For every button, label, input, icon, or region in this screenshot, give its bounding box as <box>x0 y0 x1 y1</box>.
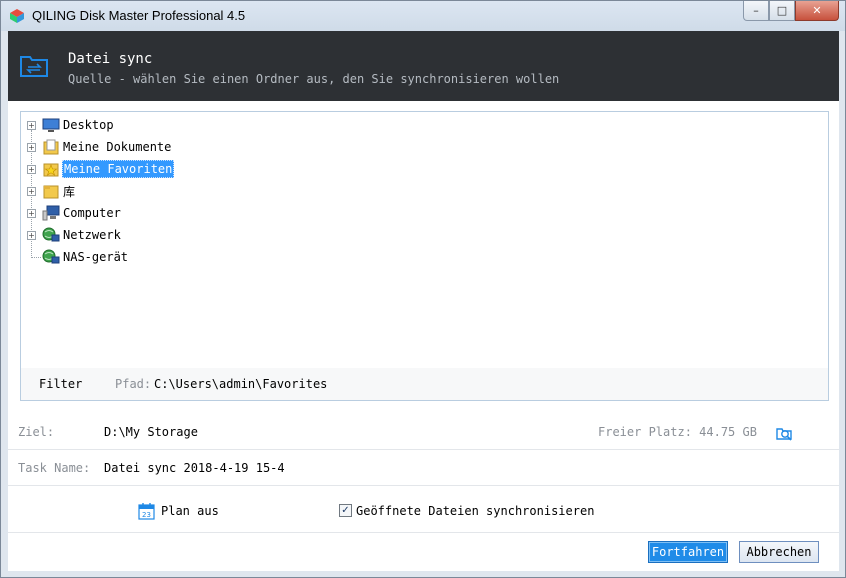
tree-connector-line <box>31 257 41 258</box>
computer-icon <box>42 205 60 221</box>
page-subtitle: Quelle - wählen Sie einen Ordner aus, de… <box>68 72 560 86</box>
favorites-folder-icon <box>43 163 59 177</box>
expand-toggle[interactable]: + <box>27 208 36 218</box>
filter-button[interactable]: Filter <box>39 377 82 391</box>
app-logo-icon <box>10 9 24 23</box>
svg-text:23: 23 <box>142 511 151 519</box>
expand-toggle[interactable]: + <box>27 142 36 152</box>
target-row: Ziel: D:\My Storage Freier Platz: 44.75 … <box>8 414 839 450</box>
tree-item-label: Desktop <box>63 118 114 132</box>
tree-item-label: 库 <box>63 184 76 199</box>
close-button[interactable]: ✕ <box>795 1 839 21</box>
task-name-label: Task Name: <box>18 461 91 475</box>
nas-device-icon <box>42 249 60 264</box>
task-name-field[interactable]: Datei sync 2018-4-19 15-4 <box>104 461 285 475</box>
calendar-icon[interactable]: 23 <box>138 502 155 520</box>
target-label: Ziel: <box>18 425 55 439</box>
wizard-header: Datei sync Quelle - wählen Sie einen Ord… <box>8 31 839 101</box>
tree-item-label: Meine Dokumente <box>63 140 172 154</box>
title-bar[interactable]: QILING Disk Master Professional 4.5 – □ … <box>1 1 845 31</box>
network-icon <box>42 227 60 242</box>
continue-button[interactable]: Fortfahren <box>648 541 728 563</box>
expand-toggle[interactable]: + <box>27 230 36 240</box>
options-row: 23 Plan aus ✓ Geöffnete Dateien synchron… <box>8 491 839 533</box>
window-controls: – □ ✕ <box>743 1 839 21</box>
cancel-button[interactable]: Abbrechen <box>739 541 819 563</box>
browse-target-icon[interactable] <box>775 423 793 441</box>
page-title: Datei sync <box>68 51 153 67</box>
sync-open-files-checkbox[interactable]: ✓ <box>339 504 352 517</box>
documents-folder-icon <box>43 139 59 155</box>
expand-toggle[interactable]: + <box>27 120 36 130</box>
source-folder-tree[interactable]: + Desktop + Meine Dokumente + Meine Favo… <box>20 111 829 401</box>
task-name-row: Task Name: Datei sync 2018-4-19 15-4 <box>8 450 839 486</box>
minimize-button[interactable]: – <box>743 1 769 21</box>
tree-item-label: Netzwerk <box>63 228 121 242</box>
sync-open-files-label[interactable]: Geöffnete Dateien synchronisieren <box>356 504 594 518</box>
path-value: C:\Users\admin\Favorites <box>154 377 328 391</box>
desktop-icon <box>42 118 60 132</box>
schedule-link[interactable]: Plan aus <box>161 504 219 518</box>
library-folder-icon <box>43 185 59 199</box>
filter-bar: Filter Pfad: C:\Users\admin\Favorites <box>21 368 828 400</box>
expand-toggle[interactable]: + <box>27 164 36 174</box>
tree-item-label: NAS-gerät <box>63 250 129 264</box>
path-label: Pfad: <box>115 377 152 391</box>
tree-item-label: Computer <box>63 206 121 220</box>
window-title: QILING Disk Master Professional 4.5 <box>32 8 246 23</box>
app-window: QILING Disk Master Professional 4.5 – □ … <box>0 0 846 578</box>
free-space-text: Freier Platz: 44.75 GB <box>598 425 757 439</box>
maximize-button[interactable]: □ <box>769 1 795 21</box>
wizard-content: + Desktop + Meine Dokumente + Meine Favo… <box>8 101 839 571</box>
tree-item-label: Meine Favoriten <box>62 160 175 178</box>
expand-toggle[interactable]: + <box>27 186 36 196</box>
sync-folder-icon <box>20 56 48 77</box>
target-path: D:\My Storage <box>104 425 198 439</box>
